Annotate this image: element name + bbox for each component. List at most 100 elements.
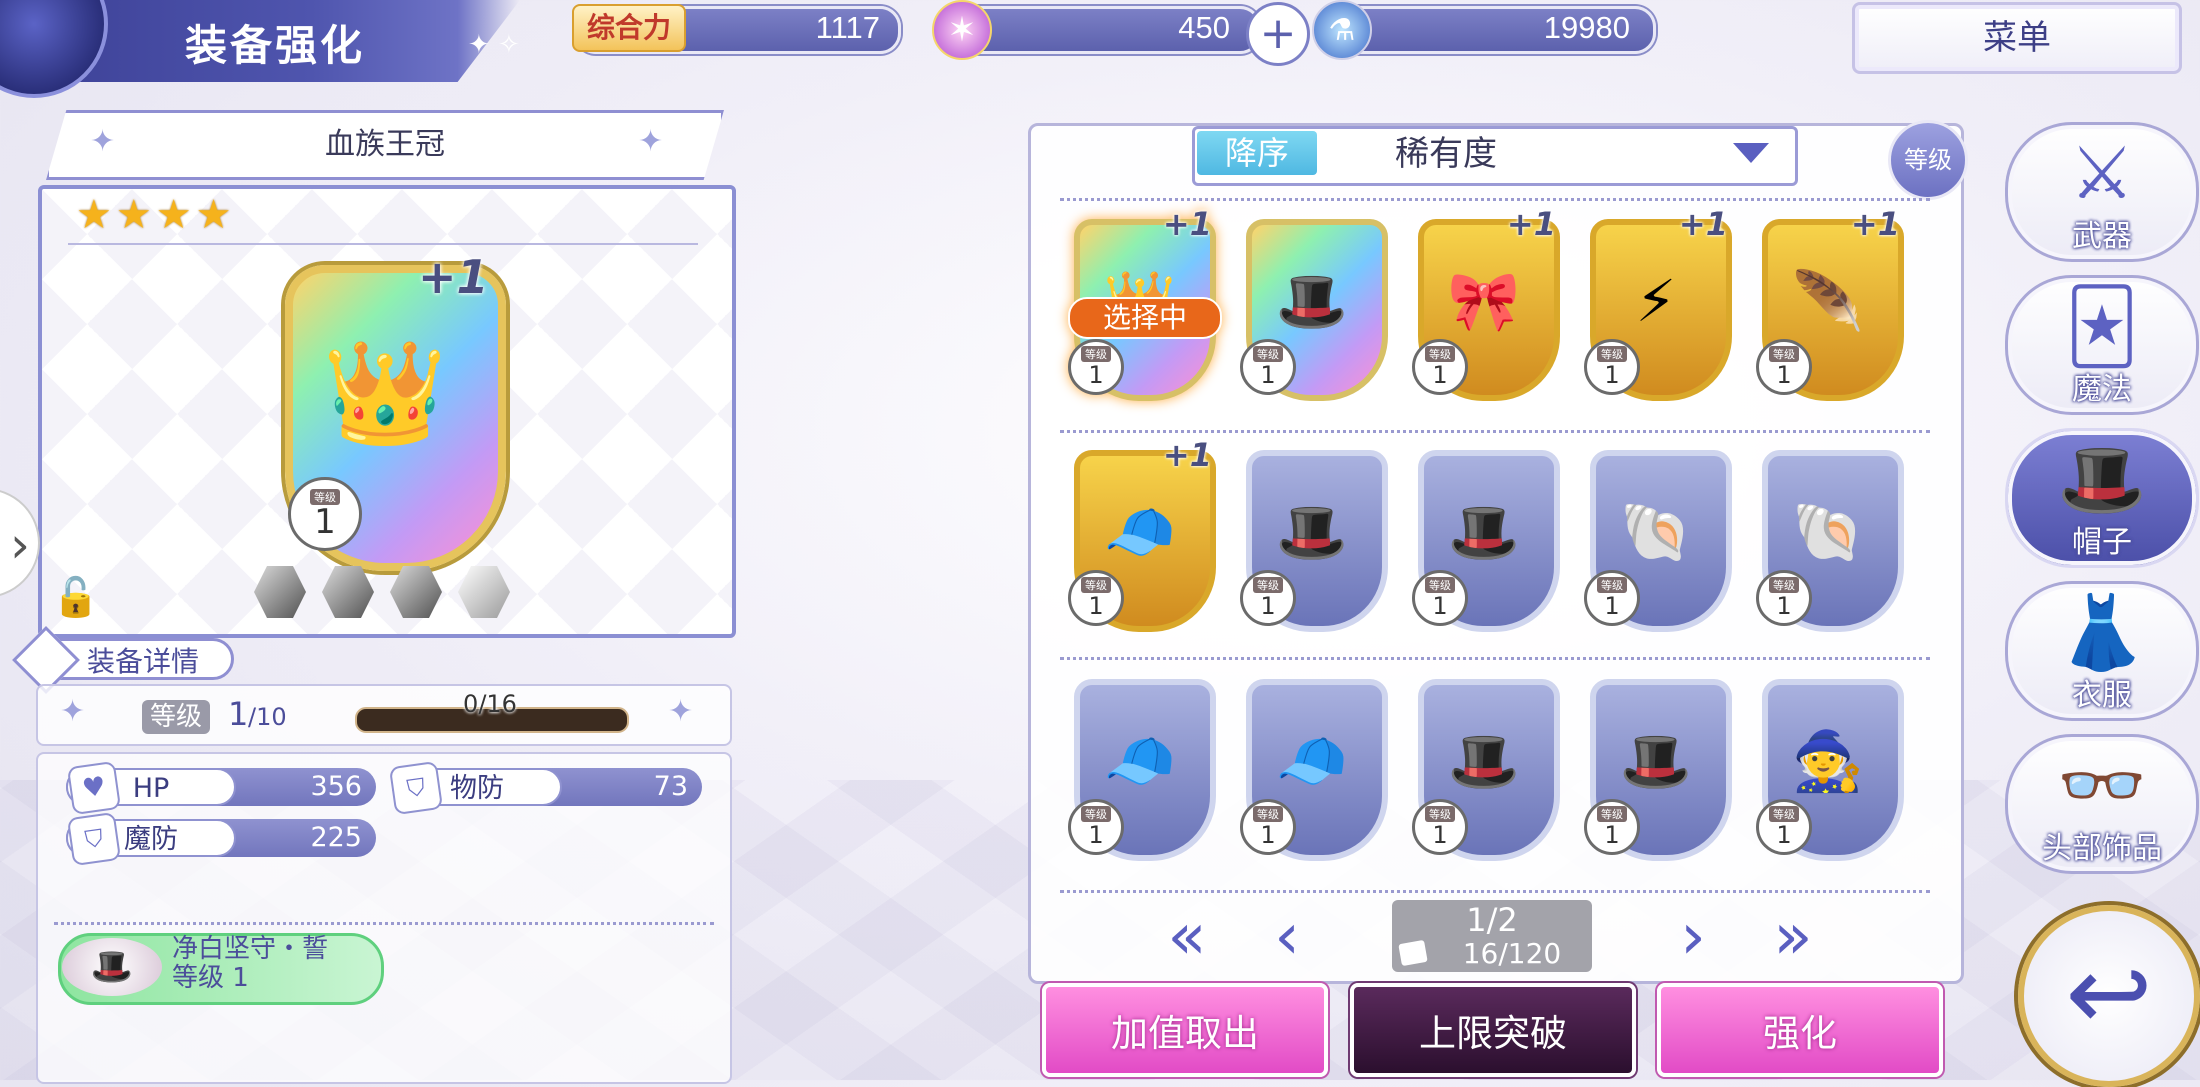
clock-emblem-icon — [0, 0, 108, 98]
skill-text: 净白坚守・誓 等级 1 — [172, 935, 328, 993]
category-clothes[interactable]: 👗 衣服 — [2005, 581, 2199, 721]
item-plus: +1 — [1850, 205, 1900, 243]
teal-beret-icon: 🧢 — [1275, 726, 1349, 795]
category-hat[interactable]: 🎩 帽子 — [2005, 428, 2199, 568]
white-cap-icon: 🎩 — [1275, 266, 1349, 335]
equipment-item[interactable]: 🎩 等级 1 — [1410, 665, 1560, 861]
skill-name: 净白坚守・誓 — [172, 934, 329, 964]
page-title: 装备强化 — [185, 21, 366, 70]
equipment-item[interactable]: 🧢 等级 1 — [1066, 665, 1216, 861]
row-divider — [1060, 657, 1930, 660]
skill-hat-icon: 🎩 — [62, 938, 162, 996]
golden-ornament-icon: ⚡ — [1635, 267, 1677, 335]
back-button[interactable]: ↩ — [2018, 905, 2200, 1087]
sort-order-toggle[interactable]: 降序 — [1197, 131, 1317, 175]
item-level-number: 1 — [1432, 361, 1448, 389]
equipment-item[interactable]: 🪶 +1 等级 1 — [1754, 205, 1904, 401]
item-level-badge: 等级 1 — [1068, 799, 1124, 855]
limit-break-button[interactable]: 上限突破 — [1350, 983, 1636, 1077]
item-level-badge: 等级 1 — [1240, 799, 1296, 855]
row-divider — [1060, 198, 1930, 201]
vampire-crown-icon: 👑 — [322, 334, 448, 451]
power-label: 综合力 — [572, 4, 686, 52]
star-icon: ★ — [195, 192, 232, 238]
chevron-down-icon[interactable] — [1733, 143, 1769, 163]
star-icon: ★ — [155, 192, 192, 238]
prev-equipment-arrow[interactable]: › — [0, 488, 40, 598]
equipment-item[interactable]: 🎩 等级 1 — [1410, 436, 1560, 632]
preview-divider — [68, 243, 698, 245]
item-level-badge: 等级 1 — [1068, 570, 1124, 626]
equipment-item[interactable]: 🐚 等级 1 — [1754, 436, 1904, 632]
item-level-label: 等级 — [1253, 577, 1283, 593]
category-label: 魔法 — [2072, 372, 2132, 407]
item-level-number: 1 — [1088, 821, 1104, 849]
sparkle-icon: ✦ ✧ — [468, 30, 520, 60]
power-value: 1117 — [815, 10, 880, 45]
equipment-item[interactable]: 🎀 +1 等级 1 — [1410, 205, 1560, 401]
equipment-item[interactable]: 🐚 等级 1 — [1582, 436, 1732, 632]
item-level-label: 等级 — [1597, 577, 1627, 593]
tab-equipment-detail-label: 装备详情 — [87, 645, 200, 678]
item-plus: +1 — [1678, 205, 1728, 243]
item-plus: +1 — [1162, 205, 1212, 243]
add-gem-button[interactable]: + — [1246, 2, 1310, 66]
witch-hat-icon: 🧙 — [1791, 726, 1865, 795]
row-divider — [1060, 430, 1930, 433]
item-level-badge: 等级 1 — [1756, 339, 1812, 395]
equipment-item[interactable]: 🎩 等级 1 — [1582, 665, 1732, 861]
sparkle-icon: ✦ — [668, 694, 694, 729]
item-level-number: 1 — [1604, 361, 1620, 389]
level-badge-number: 1 — [314, 502, 336, 542]
next-page-arrow[interactable]: › — [1668, 902, 1718, 972]
category-label: 武器 — [2072, 219, 2132, 254]
prev-page-arrow[interactable]: ‹ — [1262, 902, 1312, 972]
sort-key-label: 稀有度 — [1395, 134, 1497, 174]
potion-value: 19980 — [1543, 10, 1630, 45]
equipment-item[interactable]: 🧢 +1 等级 1 — [1066, 436, 1216, 632]
equipment-item[interactable]: 👑+1等级1选择中 — [1066, 205, 1222, 401]
item-level-number: 1 — [1432, 592, 1448, 620]
item-level-badge: 等级 1 — [1240, 570, 1296, 626]
item-plus: +1 — [1162, 436, 1212, 474]
star-icon: ★ — [76, 192, 112, 238]
menu-button[interactable]: 菜单 — [1852, 2, 2182, 74]
equipment-item[interactable]: 🎩 等级 1 — [1238, 436, 1388, 632]
category-weapon[interactable]: ⚔ 武器 — [2005, 122, 2199, 262]
filter-level-button[interactable]: 等级 — [1888, 120, 1968, 200]
first-page-arrow[interactable]: « — [1162, 902, 1212, 972]
equipment-item[interactable]: ⚡ +1 等级 1 — [1582, 205, 1732, 401]
item-level-label: 等级 — [1253, 806, 1283, 822]
category-glasses[interactable]: 👓 头部饰品 — [2005, 734, 2199, 874]
feather-hairpin-icon: 🪶 — [1791, 266, 1865, 335]
page-number: 1/2 — [1466, 901, 1518, 939]
teal-beret-icon: 🧢 — [1103, 726, 1177, 795]
shell-headpiece-icon: 🐚 — [1619, 497, 1693, 566]
item-level-label: 等级 — [1081, 806, 1111, 822]
lock-icon[interactable]: 🔓 — [52, 575, 99, 619]
level-row-label: 等级 — [142, 700, 211, 734]
category-magic-card[interactable]: 🃏 魔法 — [2005, 275, 2199, 415]
enhance-button[interactable]: 强化 — [1657, 983, 1943, 1077]
item-level-label: 等级 — [1081, 577, 1111, 593]
item-level-number: 1 — [1088, 361, 1104, 389]
black-top-hat-icon: 🎩 — [1447, 726, 1521, 795]
stat-hp-value: 356 — [310, 771, 362, 802]
extract-bonus-button[interactable]: 加值取出 — [1042, 983, 1328, 1077]
item-level-label: 等级 — [1769, 806, 1799, 822]
item-level-badge: 等级 1 — [1584, 339, 1640, 395]
equipment-item[interactable]: 🧙 等级 1 — [1754, 665, 1904, 861]
selected-tag: 选择中 — [1068, 297, 1222, 339]
gem-value: 450 — [1178, 10, 1230, 45]
hat-icon: 🎩 — [2057, 437, 2147, 521]
equipment-item[interactable]: 🎩 等级 1 — [1238, 205, 1388, 401]
item-level-label: 等级 — [1425, 346, 1455, 362]
xp-text: 0/16 — [463, 690, 517, 718]
card-count-icon — [1398, 939, 1428, 967]
item-level-badge: 等级 1 — [1584, 570, 1640, 626]
item-level-number: 1 — [1604, 592, 1620, 620]
last-page-arrow[interactable]: » — [1768, 902, 1818, 972]
equipment-item[interactable]: 🧢 等级 1 — [1238, 665, 1388, 861]
item-level-badge: 等级 1 — [1756, 799, 1812, 855]
rarity-stars: ★ ★ ★ ★ — [76, 192, 231, 238]
